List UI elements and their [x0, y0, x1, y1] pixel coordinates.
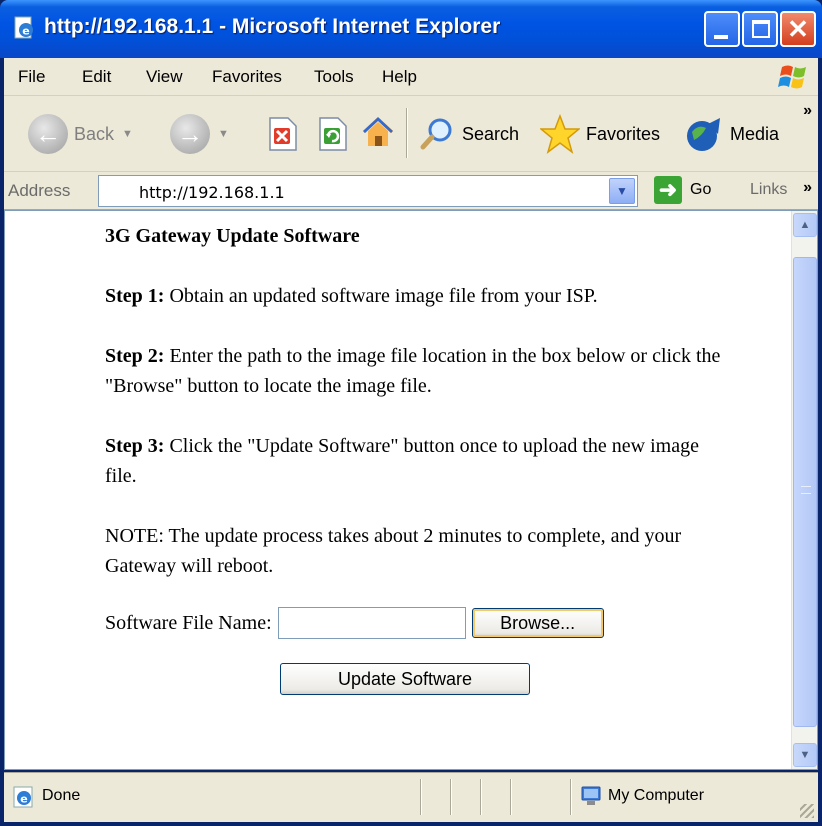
windows-logo-icon	[778, 65, 806, 89]
links-label[interactable]: Links	[750, 181, 787, 199]
go-arrow-icon: ➜	[654, 176, 682, 204]
page-viewport: 3G Gateway Update Software Step 1: Obtai…	[4, 210, 818, 770]
minimize-icon	[714, 35, 728, 39]
go-button[interactable]: ➜ Go	[654, 176, 711, 204]
step-1-text: Obtain an updated software image file fr…	[164, 285, 598, 307]
scroll-down-icon[interactable]: ▼	[793, 743, 817, 767]
step-3-text: Click the "Update Software" button once …	[105, 435, 699, 487]
address-url: http://192.168.1.1	[139, 183, 285, 202]
back-dropdown-icon[interactable]: ▼	[122, 128, 133, 140]
favorites-label: Favorites	[586, 123, 661, 144]
forward-arrow-icon: →	[170, 114, 210, 154]
menu-view[interactable]: View	[146, 67, 183, 87]
step-2-label: Step 2:	[105, 345, 165, 367]
step-1: Step 1: Obtain an updated software image…	[105, 281, 725, 311]
status-divider	[510, 779, 512, 815]
maximize-icon	[752, 20, 770, 38]
status-divider	[420, 779, 422, 815]
step-1-label: Step 1:	[105, 285, 165, 307]
status-divider	[450, 779, 452, 815]
scroll-grip-icon	[801, 486, 811, 494]
address-label: Address	[8, 181, 71, 200]
standard-toolbar: ← Back ▼ → ▼ Search Favorites Media »	[4, 96, 818, 172]
step-3-label: Step 3:	[105, 435, 165, 457]
close-icon: ✕	[787, 14, 809, 44]
vertical-scrollbar[interactable]: ▲ ▼	[791, 211, 817, 769]
refresh-icon	[319, 117, 347, 151]
step-2: Step 2: Enter the path to the image file…	[105, 341, 725, 401]
address-input[interactable]: http://192.168.1.1 ▼	[98, 175, 638, 207]
page-content: 3G Gateway Update Software Step 1: Obtai…	[105, 221, 725, 695]
status-divider	[570, 779, 572, 815]
media-button[interactable]: Media	[684, 114, 779, 154]
menu-bar: File Edit View Favorites Tools Help	[4, 58, 818, 96]
home-button[interactable]	[360, 114, 396, 150]
menu-tools[interactable]: Tools	[314, 67, 354, 87]
status-divider	[480, 779, 482, 815]
svg-text:e: e	[20, 793, 27, 806]
favorites-button[interactable]: Favorites	[540, 114, 660, 154]
file-row: Software File Name: Browse...	[105, 607, 725, 639]
menu-favorites[interactable]: Favorites	[212, 67, 282, 87]
favorites-star-icon	[540, 114, 580, 154]
file-name-label: Software File Name:	[105, 612, 272, 634]
toolbar-separator	[406, 108, 408, 158]
search-label: Search	[462, 123, 520, 144]
page-icon	[108, 183, 120, 200]
back-arrow-icon: ←	[28, 114, 68, 154]
go-label: Go	[690, 181, 712, 198]
address-dropdown-icon[interactable]: ▼	[609, 178, 635, 204]
file-name-input[interactable]	[277, 607, 466, 639]
stop-icon	[269, 117, 297, 151]
status-bar: e Done My Computer	[4, 772, 818, 822]
forward-dropdown-icon[interactable]: ▼	[218, 128, 229, 140]
step-3: Step 3: Click the "Update Software" butt…	[105, 431, 725, 491]
scroll-up-icon[interactable]: ▲	[793, 213, 817, 237]
svg-text:e: e	[22, 25, 29, 38]
stop-button[interactable]	[264, 116, 300, 152]
links-chevron-icon[interactable]: »	[803, 179, 812, 197]
update-button-row: Update Software	[105, 663, 705, 695]
ie-page-icon: e	[14, 16, 33, 39]
search-button[interactable]: Search	[420, 116, 519, 152]
media-label: Media	[730, 123, 780, 144]
back-button[interactable]: ← Back ▼	[28, 114, 133, 154]
media-icon	[687, 118, 720, 151]
zone-text: My Computer	[608, 787, 705, 804]
update-note: NOTE: The update process takes about 2 m…	[105, 525, 682, 577]
browser-window: e http://192.168.1.1 - Microsoft Interne…	[0, 0, 822, 826]
minimize-button[interactable]	[704, 11, 740, 47]
window-title: http://192.168.1.1 - Microsoft Internet …	[44, 15, 501, 38]
maximize-button[interactable]	[742, 11, 778, 47]
back-label: Back	[74, 123, 115, 144]
close-button[interactable]: ✕	[780, 11, 816, 47]
address-bar: Address http://192.168.1.1 ▼ ➜ Go Links …	[4, 172, 818, 210]
refresh-button[interactable]	[314, 116, 350, 152]
search-icon	[420, 118, 452, 150]
page-title: 3G Gateway Update Software	[105, 225, 360, 247]
my-computer-icon	[581, 786, 601, 805]
ie-status-icon: e	[13, 786, 33, 808]
menu-edit[interactable]: Edit	[82, 67, 111, 87]
forward-button[interactable]: → ▼	[170, 114, 229, 154]
menu-file[interactable]: File	[18, 67, 45, 87]
menu-help[interactable]: Help	[382, 67, 417, 87]
scroll-thumb[interactable]	[793, 257, 817, 727]
toolbar-chevron-icon[interactable]: »	[803, 102, 812, 120]
title-bar[interactable]: e http://192.168.1.1 - Microsoft Interne…	[0, 0, 822, 58]
update-software-button[interactable]: Update Software	[280, 663, 530, 695]
resize-grip-icon[interactable]	[800, 804, 814, 818]
step-2-text: Enter the path to the image file locatio…	[105, 345, 721, 397]
browse-button[interactable]: Browse...	[471, 608, 604, 638]
status-text: Done	[42, 787, 81, 804]
home-icon	[362, 116, 394, 146]
